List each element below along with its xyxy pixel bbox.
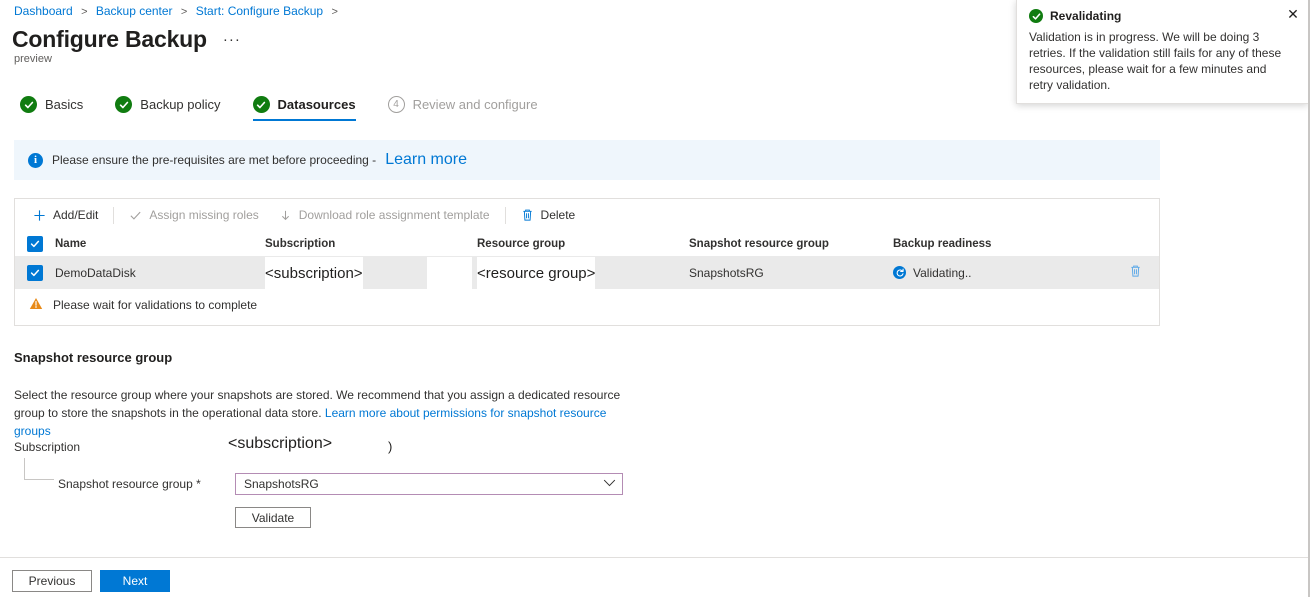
render-artifact: ) <box>388 439 392 454</box>
delete-button[interactable]: Delete <box>511 204 586 226</box>
info-banner-text: Please ensure the pre-requisites are met… <box>52 153 376 167</box>
notification-body: Validation is in progress. We will be do… <box>1029 29 1296 93</box>
preview-tag: preview <box>14 53 52 65</box>
learn-more-link[interactable]: Learn more <box>385 151 467 169</box>
checkbox-checked-icon <box>27 236 43 252</box>
check-circle-green-icon <box>115 96 132 113</box>
section-title: Snapshot resource group <box>14 350 172 365</box>
trash-icon <box>1129 264 1142 281</box>
assign-missing-roles-button[interactable]: Assign missing roles <box>119 204 268 226</box>
check-circle-green-icon <box>253 96 270 113</box>
breadcrumb: Dashboard > Backup center > Start: Confi… <box>14 3 343 20</box>
step-label: Review and configure <box>413 97 538 112</box>
cell-name: DemoDataDisk <box>55 266 265 280</box>
datasources-card: Add/Edit Assign missing roles Download r… <box>14 198 1160 326</box>
add-edit-button[interactable]: Add/Edit <box>23 204 108 226</box>
dropdown-value: SnapshotsRG <box>244 477 603 491</box>
snapshot-resource-group-label: Snapshot resource group * <box>58 477 201 491</box>
status-text: Validating.. <box>913 266 971 280</box>
column-header-name[interactable]: Name <box>55 238 265 250</box>
step-number-icon: 4 <box>388 96 405 113</box>
step-label: Basics <box>45 97 83 112</box>
toolbar-label: Add/Edit <box>53 208 98 222</box>
toolbar-label: Assign missing roles <box>149 208 258 222</box>
breadcrumb-separator: > <box>81 6 87 18</box>
download-role-assignment-template-button[interactable]: Download role assignment template <box>269 204 500 226</box>
subscription-field-label: Subscription <box>14 440 80 454</box>
toolbar-label: Delete <box>541 208 576 222</box>
select-all-checkbox[interactable] <box>27 236 55 252</box>
notification-header: Revalidating <box>1029 9 1296 23</box>
warning-text: Please wait for validations to complete <box>53 298 257 312</box>
toolbar-label: Download role assignment template <box>299 208 490 222</box>
resource-group-redaction-label: <resource group> <box>477 257 595 290</box>
footer-divider <box>0 557 1310 558</box>
datasources-toolbar: Add/Edit Assign missing roles Download r… <box>15 199 1159 231</box>
wizard-footer: Previous Next <box>12 570 170 592</box>
checkbox-checked-icon <box>27 265 43 281</box>
check-circle-green-icon <box>20 96 37 113</box>
step-basics[interactable]: Basics <box>14 92 97 121</box>
step-label: Backup policy <box>140 97 220 112</box>
toolbar-divider <box>113 207 114 224</box>
column-header-resource-group[interactable]: Resource group <box>477 238 689 250</box>
download-arrow-icon <box>279 209 292 222</box>
trash-icon <box>521 208 534 222</box>
breadcrumb-separator: > <box>331 6 337 18</box>
step-review-and-configure[interactable]: 4 Review and configure <box>382 92 552 121</box>
sync-icon <box>893 266 906 279</box>
status-badge: Validating.. <box>893 266 1093 280</box>
breadcrumb-separator: > <box>181 6 187 18</box>
snapshot-resource-group-dropdown[interactable]: SnapshotsRG <box>235 473 623 495</box>
cell-snapshot-resource-group: SnapshotsRG <box>689 266 893 280</box>
step-backup-policy[interactable]: Backup policy <box>109 92 234 121</box>
column-header-subscription[interactable]: Subscription <box>265 238 477 250</box>
step-label: Datasources <box>278 97 356 112</box>
more-actions-button[interactable]: ··· <box>223 33 241 47</box>
row-checkbox[interactable] <box>27 265 55 281</box>
table-header-row: Name Subscription Resource group Snapsho… <box>15 231 1159 256</box>
breadcrumb-item-dashboard[interactable]: Dashboard <box>14 4 73 18</box>
revalidating-notification: Revalidating Validation is in progress. … <box>1016 0 1308 104</box>
form-subscription-value: <subscription> <box>228 432 332 456</box>
prerequisites-info-banner: i Please ensure the pre-requisites are m… <box>14 140 1160 180</box>
warning-triangle-icon <box>29 297 43 312</box>
previous-button[interactable]: Previous <box>12 570 92 592</box>
breadcrumb-item-backup-center[interactable]: Backup center <box>96 4 173 18</box>
field-connector-line <box>24 458 54 480</box>
plus-icon <box>33 209 46 222</box>
table-footer-warning: Please wait for validations to complete <box>15 289 1159 320</box>
info-icon: i <box>28 153 43 168</box>
column-header-snapshot-resource-group[interactable]: Snapshot resource group <box>689 238 893 250</box>
check-circle-green-icon <box>1029 9 1043 23</box>
chevron-down-icon <box>603 478 616 490</box>
page-title: Configure Backup <box>12 24 207 54</box>
step-datasources[interactable]: Datasources <box>247 92 370 121</box>
next-button[interactable]: Next <box>100 570 170 592</box>
page-title-row: Configure Backup ··· <box>12 24 241 54</box>
breadcrumb-item-start-configure-backup[interactable]: Start: Configure Backup <box>196 4 323 18</box>
configure-backup-page: Dashboard > Backup center > Start: Confi… <box>0 0 1310 597</box>
toolbar-divider <box>505 207 506 224</box>
column-header-backup-readiness[interactable]: Backup readiness <box>893 238 1093 250</box>
check-icon <box>129 209 142 222</box>
subscription-redaction-label: <subscription> <box>265 257 363 290</box>
row-delete-button[interactable] <box>1093 264 1159 281</box>
close-icon[interactable]: ✕ <box>1284 5 1302 23</box>
resource-group-redaction-box <box>427 257 472 290</box>
notification-title: Revalidating <box>1050 9 1121 23</box>
validate-button[interactable]: Validate <box>235 507 311 528</box>
wizard-steps: Basics Backup policy Datasources 4 Revie… <box>14 92 564 121</box>
cell-backup-readiness: Validating.. <box>893 266 1093 280</box>
